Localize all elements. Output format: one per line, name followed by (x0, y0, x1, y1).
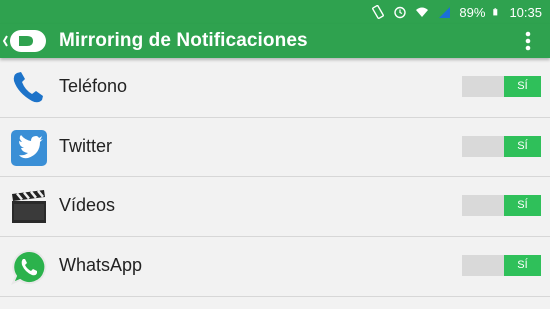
toggle-state: SÍ (504, 76, 541, 97)
signal-icon (439, 7, 451, 18)
clapperboard-icon (12, 190, 46, 224)
toggle-switch[interactable]: SÍ (462, 195, 541, 217)
battery-percent: 89% (459, 4, 486, 20)
rotate-icon (372, 5, 385, 19)
app-list: Teléfono SÍ Twitter SÍ Vídeos SÍ WhatsAp… (0, 58, 550, 297)
phone-icon (13, 72, 44, 103)
list-item-twitter[interactable]: Twitter SÍ (0, 118, 550, 178)
clock: 10:35 (509, 4, 542, 20)
page-title: Mirroring de Notificaciones (59, 30, 308, 51)
status-bar: 89% 10:35 (0, 0, 550, 24)
toggle-switch[interactable]: SÍ (462, 135, 541, 157)
more-options-icon[interactable] (524, 30, 532, 52)
alarm-icon (394, 6, 407, 19)
battery-icon (493, 8, 498, 16)
toggle-state: SÍ (504, 195, 541, 217)
list-item-label: Twitter (59, 135, 113, 156)
list-item-label: Vídeos (59, 195, 116, 216)
toggle-state: SÍ (504, 135, 541, 157)
list-item-label: Teléfono (59, 76, 128, 96)
list-item-whatsapp[interactable]: WhatsApp SÍ (0, 237, 550, 297)
twitter-icon (11, 129, 47, 166)
list-item-videos[interactable]: Vídeos SÍ (0, 177, 550, 238)
wifi-icon (416, 7, 429, 17)
status-icons: 89% 10:35 (371, 0, 542, 24)
toggle-state: SÍ (504, 255, 541, 277)
app-bar: Mirroring de Notificaciones (0, 24, 550, 58)
toggle-switch[interactable]: SÍ (462, 76, 541, 97)
list-item-telefono[interactable]: Teléfono SÍ (0, 58, 550, 118)
list-item-label: WhatsApp (59, 255, 143, 276)
back-button[interactable] (2, 29, 48, 53)
whatsapp-icon (11, 250, 47, 285)
toggle-switch[interactable]: SÍ (462, 255, 541, 277)
